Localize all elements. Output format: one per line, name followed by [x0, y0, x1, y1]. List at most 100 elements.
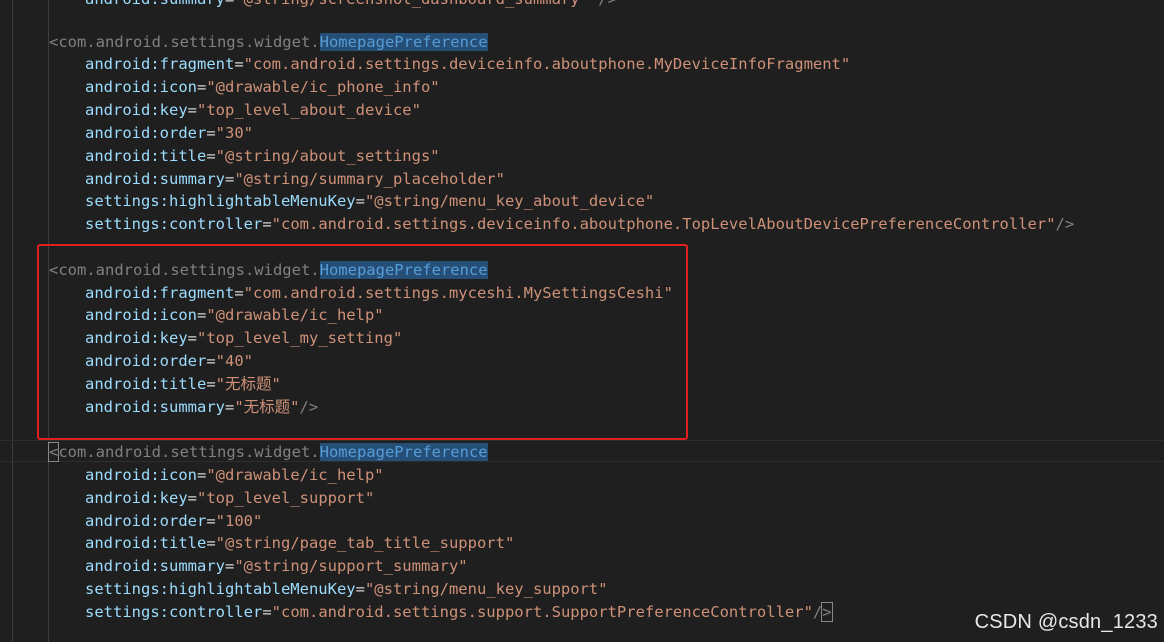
- code-line[interactable]: android:title="@string/about_settings": [0, 145, 440, 167]
- code-line[interactable]: android:icon="@drawable/ic_help": [0, 464, 384, 486]
- attr-name: android:summary: [85, 398, 225, 416]
- attr-value: "com.android.settings.support.SupportPre…: [271, 603, 813, 621]
- bracket-match-highlight: >: [821, 602, 833, 622]
- code-line[interactable]: android:summary="无标题"/>: [0, 396, 318, 418]
- code-line[interactable]: android:order="40": [0, 350, 253, 372]
- equals: =: [206, 124, 216, 142]
- equals: =: [196, 78, 207, 96]
- code-line[interactable]: settings:highlightableMenuKey="@string/m…: [0, 190, 654, 212]
- code-line[interactable]: android:key="top_level_about_device": [0, 99, 421, 121]
- attr-value: "40": [215, 352, 253, 370]
- attr-value: "@string/menu_key_about_device": [364, 192, 655, 210]
- watermark: CSDN @csdn_1233: [974, 611, 1158, 633]
- code-line[interactable]: android:key="top_level_my_setting": [0, 327, 402, 349]
- equals: =: [355, 580, 365, 598]
- equals: =: [234, 55, 244, 73]
- tag-open: <com.android.settings.widget.: [49, 261, 320, 279]
- attr-name: android:key: [85, 101, 188, 119]
- bracket-match-highlight: <: [47, 442, 60, 462]
- attr-name: settings:highlightableMenuKey: [85, 580, 356, 598]
- attr-value: "@drawable/ic_phone_info": [206, 78, 440, 96]
- attr-value: "30": [215, 124, 253, 142]
- attr-name: android:icon: [85, 466, 197, 484]
- equals: =: [224, 398, 235, 416]
- attr-name: android:order: [85, 512, 207, 530]
- attr-name: android:order: [85, 124, 207, 142]
- tag-close: />: [299, 398, 319, 416]
- tag-close: />: [1055, 215, 1075, 233]
- equals: =: [355, 192, 365, 210]
- equals: =: [225, 0, 234, 8]
- equals: =: [262, 603, 272, 621]
- equals: =: [187, 329, 197, 347]
- attr-value: "top_level_about_device": [197, 101, 421, 119]
- attr-value: "100": [215, 512, 263, 530]
- attr-name: android:icon: [85, 306, 197, 324]
- attr-name: android:summary: [85, 557, 225, 575]
- attr-value: "com.android.settings.deviceinfo.aboutph…: [271, 215, 1056, 233]
- equals: =: [196, 306, 207, 324]
- equals: =: [187, 101, 197, 119]
- attr-name: android:title: [85, 147, 207, 165]
- code-line[interactable]: <com.android.settings.widget.HomepagePre…: [0, 441, 488, 463]
- attr-name: android:title: [85, 534, 207, 552]
- code-line[interactable]: android:fragment="com.android.settings.d…: [0, 53, 850, 75]
- equals: =: [234, 284, 244, 302]
- code-line[interactable]: android:icon="@drawable/ic_help": [0, 304, 384, 326]
- code-line[interactable]: android:order="30": [0, 122, 253, 144]
- attr-value: "com.android.settings.deviceinfo.aboutph…: [243, 55, 851, 73]
- equals: =: [262, 215, 272, 233]
- code-line[interactable]: android:title="无标题": [0, 373, 281, 395]
- equals: =: [196, 466, 207, 484]
- tag-close-slash: /: [812, 603, 823, 621]
- code-line[interactable]: settings:controller="com.android.setting…: [0, 601, 833, 623]
- equals: =: [224, 557, 235, 575]
- equals: =: [206, 534, 216, 552]
- attr-name: android:summary: [85, 0, 225, 8]
- code-line[interactable]: android:summary="@string/summary_placeho…: [0, 168, 505, 190]
- code-line[interactable]: android:icon="@drawable/ic_phone_info": [0, 76, 440, 98]
- attr-value: "com.android.settings.myceshi.MySettings…: [243, 284, 673, 302]
- code-editor[interactable]: android:summary="@string/screenshot_dash…: [0, 0, 1164, 642]
- equals: =: [206, 147, 216, 165]
- tag-close: />: [589, 0, 617, 8]
- attr-value: "无标题": [234, 398, 300, 416]
- attr-value: "@drawable/ic_help": [206, 306, 384, 324]
- attr-name: settings:highlightableMenuKey: [85, 192, 356, 210]
- code-line[interactable]: android:summary="@string/screenshot_dash…: [0, 0, 617, 10]
- attr-value: "top_level_my_setting": [197, 329, 403, 347]
- attr-name: android:title: [85, 375, 207, 393]
- attr-value: "@drawable/ic_help": [206, 466, 384, 484]
- code-line[interactable]: settings:controller="com.android.setting…: [0, 213, 1074, 235]
- attr-value: "@string/support_summary": [234, 557, 468, 575]
- code-line[interactable]: android:summary="@string/support_summary…: [0, 555, 468, 577]
- attr-value: "@string/screenshot_dashboard_summary": [234, 0, 589, 8]
- attr-name: android:order: [85, 352, 207, 370]
- equals: =: [206, 512, 216, 530]
- tag-name-highlight: HomepagePreference: [319, 33, 488, 51]
- code-line[interactable]: <com.android.settings.widget.HomepagePre…: [0, 259, 488, 281]
- equals: =: [206, 375, 216, 393]
- code-line[interactable]: android:title="@string/page_tab_title_su…: [0, 532, 514, 554]
- attr-name: settings:controller: [85, 603, 263, 621]
- tag-open: com.android.settings.widget.: [58, 443, 320, 461]
- attr-name: settings:controller: [85, 215, 263, 233]
- equals: =: [206, 352, 216, 370]
- code-line[interactable]: android:key="top_level_support": [0, 487, 374, 509]
- attr-name: android:icon: [85, 78, 197, 96]
- attr-value: "@string/about_settings": [215, 147, 440, 165]
- attr-value: "@string/menu_key_support": [364, 580, 608, 598]
- code-line[interactable]: android:fragment="com.android.settings.m…: [0, 282, 673, 304]
- attr-name: android:summary: [85, 170, 225, 188]
- attr-name: android:key: [85, 489, 188, 507]
- attr-value: "无标题": [215, 375, 281, 393]
- attr-name: android:key: [85, 329, 188, 347]
- attr-name: android:fragment: [85, 55, 235, 73]
- code-line[interactable]: <com.android.settings.widget.HomepagePre…: [0, 31, 488, 53]
- code-line[interactable]: settings:highlightableMenuKey="@string/m…: [0, 578, 608, 600]
- attr-value: "top_level_support": [197, 489, 375, 507]
- attr-value: "@string/page_tab_title_support": [215, 534, 515, 552]
- tag-open: <com.android.settings.widget.: [49, 33, 320, 51]
- attr-value: "@string/summary_placeholder": [234, 170, 505, 188]
- code-line[interactable]: android:order="100": [0, 510, 262, 532]
